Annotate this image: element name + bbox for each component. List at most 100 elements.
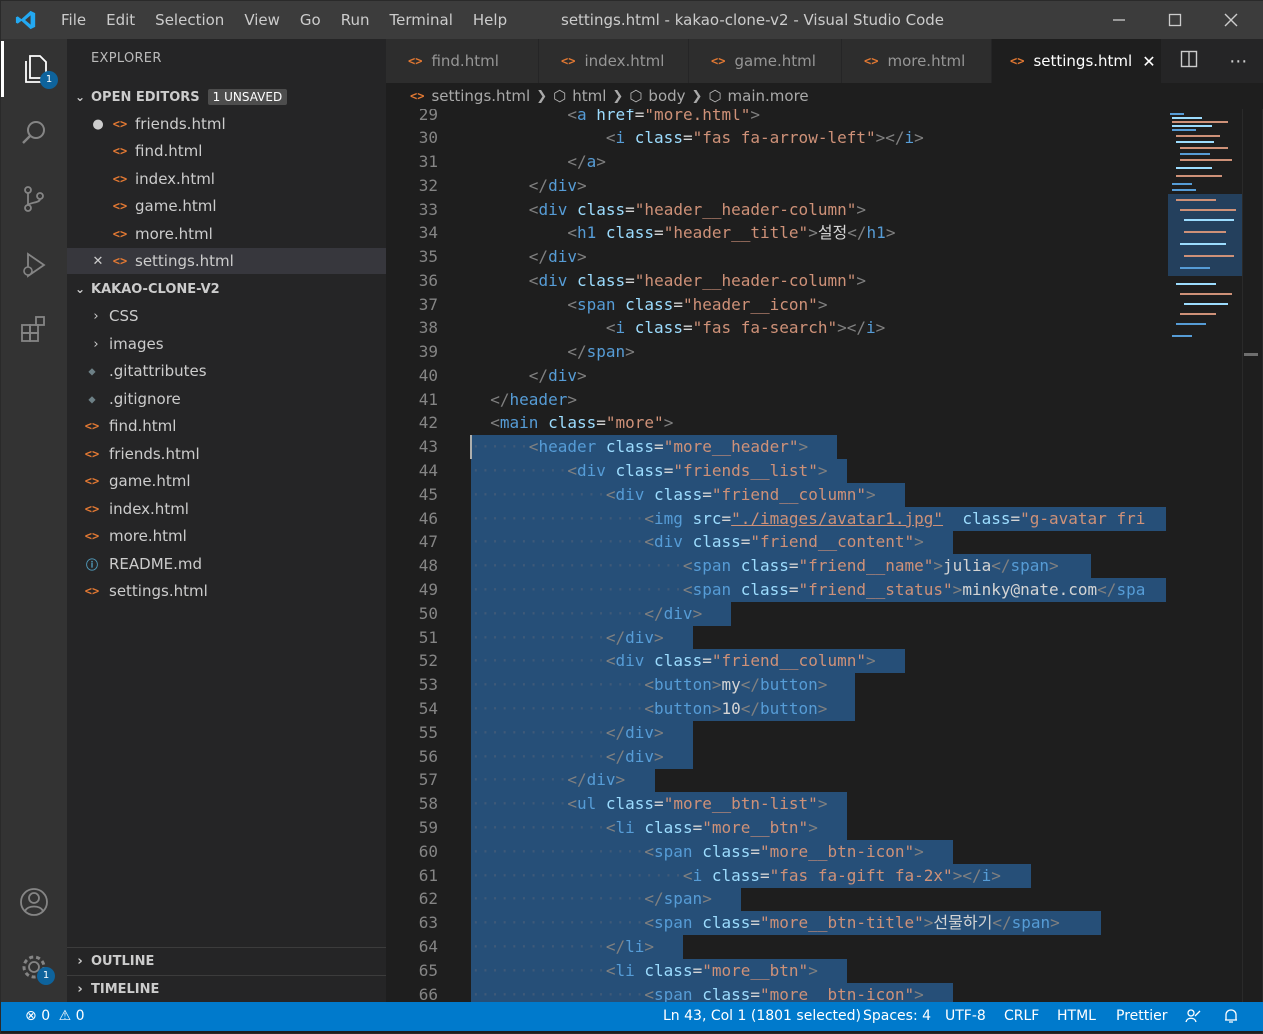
notifications-bell-icon[interactable] — [1223, 1002, 1239, 1031]
folder-item[interactable]: › images — [67, 331, 386, 357]
menu-run[interactable]: Run — [331, 1, 380, 39]
language-mode[interactable]: HTML — [1057, 1002, 1096, 1031]
line-number: 39 — [418, 342, 438, 361]
html-file-icon: <> — [84, 447, 100, 461]
file-item[interactable]: ◆ .gitignore — [67, 386, 386, 412]
window-title: settings.html - kakao-clone-v2 - Visual … — [561, 11, 944, 29]
close-tab-icon[interactable]: ✕ — [1142, 52, 1155, 71]
outline-section[interactable]: › OUTLINE — [67, 947, 386, 975]
minimap[interactable] — [1166, 109, 1242, 1002]
line-number: 50 — [418, 604, 438, 623]
file-item[interactable]: <> index.html — [67, 496, 386, 522]
code-line: ··················<img src="./images/ava… — [471, 509, 1146, 528]
html-file-icon: <> — [84, 474, 100, 488]
settings-gear-icon[interactable]: 1 — [1, 939, 67, 995]
code-line: ··········</div> — [471, 770, 626, 789]
menu-go[interactable]: Go — [290, 1, 331, 39]
menu-selection[interactable]: Selection — [145, 1, 234, 39]
maximize-button[interactable] — [1147, 1, 1203, 39]
line-number: 40 — [418, 366, 438, 385]
file-name: find.html — [109, 417, 177, 435]
sidebar-title: EXPLORER — [91, 51, 162, 66]
code-editor[interactable]: 29 <a href="more.html"> 30 <i class="fas… — [386, 109, 1166, 1002]
html-file-icon: <> — [84, 584, 100, 598]
file-item[interactable]: ◆ .gitattributes — [67, 358, 386, 384]
search-icon[interactable] — [1, 105, 67, 161]
line-number: 48 — [418, 556, 438, 575]
file-name: settings.html — [135, 252, 234, 270]
file-item[interactable]: <> game.html — [67, 468, 386, 494]
cursor-position[interactable]: Ln 43, Col 1 (1801 selected) — [663, 1002, 861, 1031]
open-editor-item[interactable]: <> find.html — [67, 138, 386, 164]
line-number: 33 — [418, 200, 438, 219]
breadcrumb: <> settings.html ❯ ⬡ html ❯ ⬡ body ❯ ⬡ m… — [386, 83, 1263, 109]
file-item[interactable]: <> find.html — [67, 413, 386, 439]
code-line: <span class="header__icon"> — [567, 295, 828, 314]
project-header[interactable]: ⌄ KAKAO-CLONE-V2 — [67, 276, 386, 302]
line-number: 29 — [418, 109, 438, 124]
timeline-section[interactable]: › TIMELINE — [67, 975, 386, 1003]
chevron-right-icon: ❯ — [536, 88, 548, 104]
tab-more[interactable]: <> more.html — [842, 39, 992, 83]
open-editor-item[interactable]: <> more.html — [67, 221, 386, 247]
split-editor-icon[interactable] — [1180, 50, 1198, 72]
tab-label: find.html — [431, 52, 499, 70]
breadcrumb-item[interactable]: settings.html — [431, 87, 530, 105]
chevron-right-icon: › — [77, 954, 83, 969]
html-file-icon: <> — [112, 172, 128, 186]
open-editor-item[interactable]: <> index.html — [67, 166, 386, 192]
file-item[interactable]: <> friends.html — [67, 441, 386, 467]
breadcrumb-item[interactable]: body — [648, 87, 685, 105]
run-debug-icon[interactable] — [1, 237, 67, 293]
tab-settings[interactable]: <> settings.html ✕ — [992, 39, 1162, 83]
line-number: 54 — [418, 699, 438, 718]
feedback-icon[interactable] — [1185, 1002, 1201, 1031]
open-editor-item[interactable]: <> game.html — [67, 193, 386, 219]
menu-terminal[interactable]: Terminal — [380, 1, 463, 39]
code-line: ··················</span> — [471, 889, 712, 908]
explorer-badge: 1 — [40, 71, 58, 89]
encoding-status[interactable]: UTF-8 — [945, 1002, 986, 1031]
tab-index[interactable]: <> index.html — [539, 39, 689, 83]
menu-file[interactable]: File — [51, 1, 96, 39]
line-number: 38 — [418, 318, 438, 337]
unsaved-badge: 1 UNSAVED — [207, 89, 288, 105]
eol-status[interactable]: CRLF — [1004, 1002, 1039, 1031]
file-item[interactable]: <> settings.html — [67, 578, 386, 604]
html-file-icon: <> — [84, 502, 100, 516]
file-item[interactable]: ⓘ README.md — [67, 551, 386, 577]
minimize-button[interactable] — [1091, 1, 1147, 39]
tab-game[interactable]: <> game.html — [689, 39, 842, 83]
html-file-icon: <> — [112, 144, 128, 158]
problems-indicator[interactable]: ⊗ 0 ⚠ 0 — [25, 1002, 85, 1031]
close-icon[interactable]: ✕ — [87, 254, 109, 269]
extensions-icon[interactable] — [1, 301, 67, 357]
open-editor-item-active[interactable]: ✕ <> settings.html — [67, 248, 386, 274]
menu-help[interactable]: Help — [463, 1, 517, 39]
tab-find[interactable]: <> find.html — [386, 39, 539, 83]
line-number: 34 — [418, 223, 438, 242]
open-editor-item[interactable]: ● <> friends.html — [67, 111, 386, 137]
breadcrumb-item[interactable]: html — [572, 87, 606, 105]
tab-label: game.html — [734, 52, 816, 70]
close-window-button[interactable] — [1203, 1, 1259, 39]
folder-item[interactable]: › CSS — [67, 303, 386, 329]
more-actions-icon[interactable]: ⋯ — [1229, 51, 1248, 72]
code-line: ··················<button>my</button> — [471, 675, 828, 694]
file-item[interactable]: <> more.html — [67, 523, 386, 549]
code-line: ··············</div> — [471, 628, 664, 647]
formatter-status[interactable]: Prettier — [1116, 1002, 1168, 1031]
source-control-icon[interactable] — [1, 171, 67, 227]
accounts-icon[interactable] — [1, 874, 67, 930]
vscode-logo-icon — [1, 1, 51, 39]
explorer-icon[interactable]: 1 — [1, 41, 67, 97]
indentation-status[interactable]: Spaces: 4 — [863, 1002, 931, 1031]
vertical-scrollbar[interactable] — [1242, 109, 1258, 1002]
breadcrumb-item[interactable]: main.more — [728, 87, 809, 105]
line-number: 43 — [418, 437, 438, 456]
open-editors-header[interactable]: ⌄ OPEN EDITORS 1 UNSAVED — [67, 84, 386, 110]
menu-edit[interactable]: Edit — [96, 1, 145, 39]
unsaved-dot-icon[interactable]: ● — [87, 117, 109, 132]
menu-view[interactable]: View — [234, 1, 290, 39]
line-number: 62 — [418, 889, 438, 908]
